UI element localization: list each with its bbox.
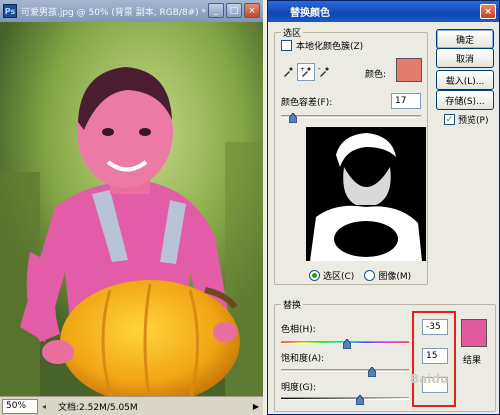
- eyedropper-subtract-icon[interactable]: -: [315, 63, 333, 81]
- status-menu-arrow-icon[interactable]: ▶: [253, 402, 259, 411]
- document-status-bar: 50% ◂ 文档:2.52M/5.05M ▶: [0, 396, 263, 415]
- fuzziness-input[interactable]: 17: [391, 93, 421, 109]
- fuzziness-label: 颜色容差(F):: [281, 98, 333, 108]
- lightness-slider-thumb[interactable]: [356, 395, 364, 405]
- document-titlebar[interactable]: Ps 可爱男孩.jpg @ 50% (背景 副本, RGB/8#) * _ □ …: [0, 0, 263, 22]
- result-label: 结果: [463, 356, 482, 366]
- localized-clusters-label: 本地化颜色簇(Z): [296, 42, 364, 52]
- image-view-radio[interactable]: [364, 270, 376, 281]
- color-label: 颜色:: [365, 70, 387, 80]
- replacement-group-label: 替换: [281, 298, 304, 311]
- fuzziness-slider-thumb[interactable]: [288, 113, 297, 123]
- cancel-button[interactable]: 取消: [436, 48, 494, 68]
- save-button[interactable]: 存储(S)...: [436, 90, 494, 110]
- ok-button[interactable]: 确定: [436, 29, 494, 49]
- maximize-button[interactable]: □: [226, 3, 242, 18]
- selection-group: 选区 本地化颜色簇(Z) + - 颜色: 颜色容差(F): 17 选区(C) 图…: [274, 26, 428, 285]
- result-color-swatch[interactable]: [461, 319, 487, 347]
- document-size-info: 文档:2.52M/5.05M: [58, 402, 138, 413]
- image-view-label: 图像(M): [378, 272, 412, 282]
- document-window: Ps 可爱男孩.jpg @ 50% (背景 副本, RGB/8#) * _ □ …: [0, 0, 263, 415]
- lightness-label: 明度(G):: [281, 383, 317, 393]
- eyedropper-add-icon[interactable]: +: [297, 63, 315, 81]
- dialog-close-button[interactable]: ×: [480, 4, 496, 19]
- replace-color-dialog: 替换颜色 × 选区 本地化颜色簇(Z) + - 颜色: 颜色容差(F): 17: [267, 0, 500, 415]
- dialog-titlebar[interactable]: 替换颜色 ×: [268, 1, 499, 22]
- selection-preview-mask: [306, 127, 426, 261]
- saturation-slider-thumb[interactable]: [368, 367, 376, 377]
- highlight-annotation-box: [412, 311, 456, 407]
- selection-view-label: 选区(C): [323, 272, 355, 282]
- lightness-slider-track[interactable]: [281, 397, 409, 400]
- selection-view-radio[interactable]: [309, 270, 320, 281]
- eyedropper-icon[interactable]: [279, 63, 297, 81]
- dialog-title: 替换颜色: [290, 8, 330, 19]
- preview-label: 预览(P): [458, 116, 489, 126]
- baidu-watermark: Baidu: [410, 372, 449, 386]
- image-canvas[interactable]: [0, 22, 263, 396]
- boy-with-pumpkin-photo: [0, 22, 263, 396]
- preview-checkbox[interactable]: ✓: [444, 114, 455, 125]
- replacement-group: 替换 色相(H): -35 饱和度(A): 15 明度(G): 结果: [274, 298, 496, 412]
- close-document-button[interactable]: ×: [244, 3, 260, 18]
- selection-group-label: 选区: [281, 26, 304, 39]
- minimize-button[interactable]: _: [208, 3, 224, 18]
- fuzziness-slider-track[interactable]: [281, 115, 421, 118]
- saturation-label: 饱和度(A):: [281, 354, 325, 364]
- load-button[interactable]: 载入(L)...: [436, 70, 494, 90]
- localized-clusters-checkbox[interactable]: [281, 40, 292, 51]
- document-title: 可爱男孩.jpg @ 50% (背景 副本, RGB/8#) *: [21, 7, 207, 18]
- selection-color-swatch[interactable]: [396, 58, 422, 82]
- status-nav-icon[interactable]: ◂: [42, 402, 54, 411]
- hue-label: 色相(H):: [281, 325, 316, 335]
- hue-slider-thumb[interactable]: [343, 339, 351, 349]
- svg-text:-: -: [318, 66, 321, 73]
- photoshop-icon: Ps: [3, 4, 17, 18]
- svg-text:+: +: [300, 66, 305, 73]
- saturation-slider-track[interactable]: [281, 369, 409, 372]
- zoom-level-field[interactable]: 50%: [2, 398, 38, 414]
